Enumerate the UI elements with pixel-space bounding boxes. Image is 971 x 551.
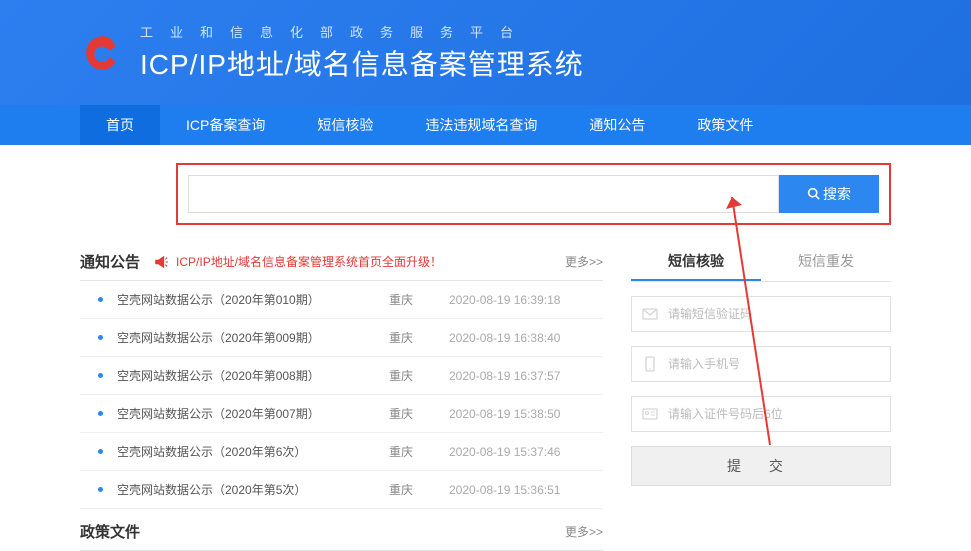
notice-row[interactable]: 空壳网站数据公示（2020年第009期）重庆2020-08-19 16:38:4… [80, 319, 603, 357]
policy-heading: 政策文件 [80, 521, 140, 542]
search-input[interactable] [188, 175, 779, 213]
notice-row-loc: 重庆 [389, 367, 449, 384]
header: 工业和信息化部政务服务平台 ICP/IP地址/域名信息备案管理系统 [0, 0, 971, 105]
bullet-icon [98, 335, 103, 340]
notice-row-date: 2020-08-19 15:37:46 [449, 445, 599, 459]
search-button[interactable]: 搜索 [779, 175, 879, 213]
notice-more-link[interactable]: 更多>> [565, 253, 603, 270]
sms-tab-0[interactable]: 短信核验 [631, 243, 761, 281]
policy-header: 政策文件 更多>> [80, 513, 603, 551]
logo-icon [82, 32, 124, 74]
nav-item-1[interactable]: ICP备案查询 [160, 105, 291, 145]
search-button-label: 搜索 [823, 186, 851, 202]
search-area: 搜索 [0, 145, 971, 243]
notice-row-loc: 重庆 [389, 405, 449, 422]
sms-tab-1[interactable]: 短信重发 [761, 243, 891, 281]
policy-more-link[interactable]: 更多>> [565, 523, 603, 540]
notice-row[interactable]: 空壳网站数据公示（2020年第007期）重庆2020-08-19 15:38:5… [80, 395, 603, 433]
sms-id-row [631, 396, 891, 432]
sms-code-row [631, 296, 891, 332]
nav-item-2[interactable]: 短信核验 [291, 105, 399, 145]
notice-row-title: 空壳网站数据公示（2020年第5次） [117, 481, 389, 498]
notice-row-title: 空壳网站数据公示（2020年第010期） [117, 291, 389, 308]
content: 通知公告 ICP/IP地址/域名信息备案管理系统首页全面升级！ 更多>> 空壳网… [0, 243, 971, 551]
notice-row-title: 空壳网站数据公示（2020年第007期） [117, 405, 389, 422]
notice-row[interactable]: 空壳网站数据公示（2020年第008期）重庆2020-08-19 16:37:5… [80, 357, 603, 395]
notice-list: 空壳网站数据公示（2020年第010期）重庆2020-08-19 16:39:1… [80, 281, 603, 509]
header-title: ICP/IP地址/域名信息备案管理系统 [140, 43, 971, 83]
nav-item-0[interactable]: 首页 [80, 105, 160, 145]
nav-bar: 首页ICP备案查询短信核验违法违规域名查询通知公告政策文件 [0, 105, 971, 145]
notice-row-title: 空壳网站数据公示（2020年第008期） [117, 367, 389, 384]
notice-row-date: 2020-08-19 16:39:18 [449, 293, 599, 307]
nav-item-5[interactable]: 政策文件 [671, 105, 779, 145]
notice-header: 通知公告 ICP/IP地址/域名信息备案管理系统首页全面升级！ 更多>> [80, 243, 603, 281]
notice-row-date: 2020-08-19 15:38:50 [449, 407, 599, 421]
search-icon [807, 187, 820, 200]
nav-item-3[interactable]: 违法违规域名查询 [399, 105, 563, 145]
notice-heading: 通知公告 [80, 251, 140, 272]
sms-code-input[interactable] [668, 307, 880, 321]
bullet-icon [98, 297, 103, 302]
idcard-icon [642, 406, 658, 422]
notice-row-loc: 重庆 [389, 291, 449, 308]
header-subtitle: 工业和信息化部政务服务平台 [140, 22, 971, 41]
notice-row-title: 空壳网站数据公示（2020年第009期） [117, 329, 389, 346]
megaphone-icon [154, 255, 168, 269]
right-column: 短信核验短信重发 提 交 [631, 243, 891, 551]
left-column: 通知公告 ICP/IP地址/域名信息备案管理系统首页全面升级！ 更多>> 空壳网… [80, 243, 603, 551]
bullet-icon [98, 487, 103, 492]
notice-row-date: 2020-08-19 16:38:40 [449, 331, 599, 345]
notice-row-loc: 重庆 [389, 481, 449, 498]
notice-row[interactable]: 空壳网站数据公示（2020年第5次）重庆2020-08-19 15:36:51 [80, 471, 603, 509]
nav-item-4[interactable]: 通知公告 [563, 105, 671, 145]
notice-row-date: 2020-08-19 16:37:57 [449, 369, 599, 383]
sms-tabs: 短信核验短信重发 [631, 243, 891, 282]
notice-row[interactable]: 空壳网站数据公示（2020年第010期）重庆2020-08-19 16:39:1… [80, 281, 603, 319]
notice-row-loc: 重庆 [389, 329, 449, 346]
sms-phone-input[interactable] [668, 357, 880, 371]
notice-row-date: 2020-08-19 15:36:51 [449, 483, 599, 497]
notice-row[interactable]: 空壳网站数据公示（2020年第6次）重庆2020-08-19 15:37:46 [80, 433, 603, 471]
bullet-icon [98, 449, 103, 454]
sms-submit-button[interactable]: 提 交 [631, 446, 891, 486]
sms-phone-row [631, 346, 891, 382]
message-icon [642, 306, 658, 322]
notice-row-title: 空壳网站数据公示（2020年第6次） [117, 443, 389, 460]
bullet-icon [98, 373, 103, 378]
bullet-icon [98, 411, 103, 416]
phone-icon [642, 356, 658, 372]
search-box: 搜索 [176, 163, 891, 225]
notice-row-loc: 重庆 [389, 443, 449, 460]
notice-banner: ICP/IP地址/域名信息备案管理系统首页全面升级！ [176, 253, 442, 270]
sms-id-input[interactable] [668, 407, 880, 421]
